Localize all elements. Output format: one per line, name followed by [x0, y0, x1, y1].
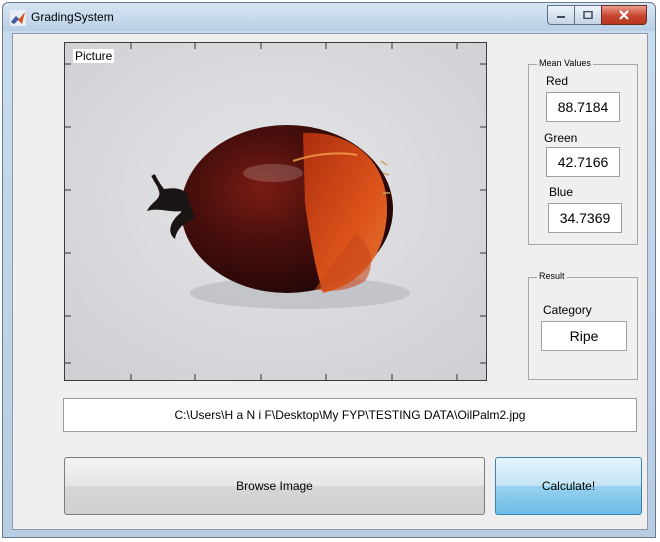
axes-title: Picture	[73, 49, 115, 63]
blue-value-field: 34.7369	[548, 203, 622, 233]
minimize-button[interactable]	[547, 5, 574, 25]
green-label: Green	[544, 131, 578, 145]
red-label: Red	[546, 74, 569, 88]
mean-values-legend: Mean Values	[537, 58, 593, 68]
oil-palm-fruit-image	[65, 43, 486, 380]
close-icon	[619, 10, 629, 20]
green-value-field: 42.7166	[546, 147, 620, 177]
figure-panel: Picture Mean Values Red 88.7184 Green 42…	[12, 33, 648, 530]
maximize-button[interactable]	[574, 5, 601, 25]
title-bar[interactable]: GradingSystem	[3, 3, 655, 31]
mean-values-panel: Mean Values Red 88.7184 Green 42.7166 Bl…	[528, 58, 638, 245]
matlab-app-icon	[10, 10, 26, 26]
minimize-icon	[557, 16, 565, 18]
maximize-icon	[583, 11, 593, 19]
window-controls	[547, 5, 647, 25]
close-button[interactable]	[601, 5, 647, 25]
result-legend: Result	[537, 271, 567, 281]
app-window: GradingSystem Picture Mean Values Red 88…	[2, 2, 656, 538]
category-value-field: Ripe	[541, 321, 627, 351]
window-title: GradingSystem	[31, 10, 114, 24]
picture-axes: Picture	[64, 42, 487, 381]
blue-label: Blue	[549, 185, 574, 199]
browse-image-button[interactable]: Browse Image	[64, 457, 485, 515]
file-path-field: C:\Users\H a N i F\Desktop\My FYP\TESTIN…	[63, 398, 637, 432]
result-panel: Result Category Ripe	[528, 271, 638, 380]
category-label: Category	[543, 303, 592, 317]
red-value-field: 88.7184	[546, 92, 620, 122]
calculate-button[interactable]: Calculate!	[495, 457, 642, 515]
